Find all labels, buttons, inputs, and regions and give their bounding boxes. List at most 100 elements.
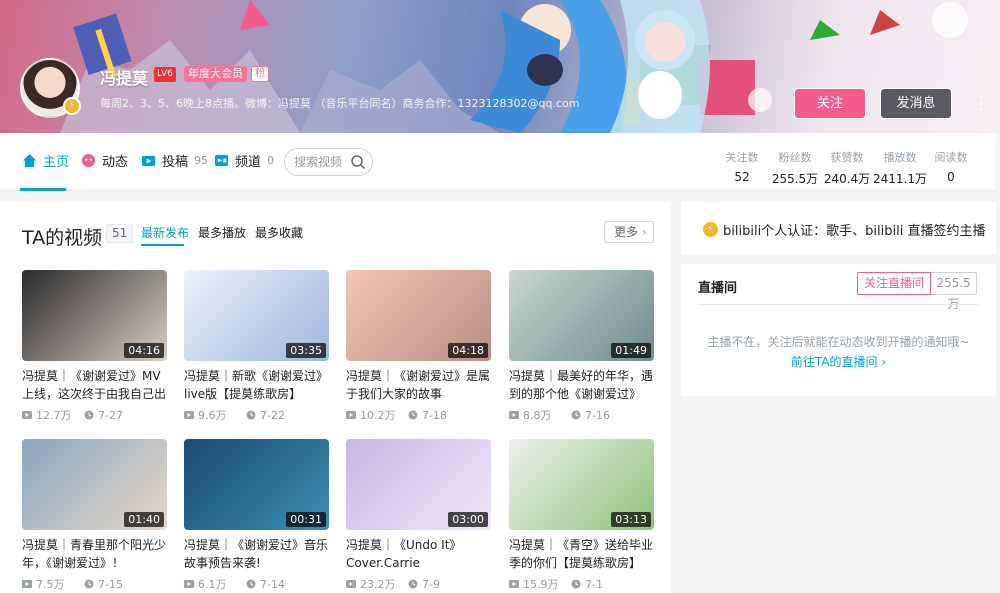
search-input[interactable]: 搜索视频 <box>284 148 373 176</box>
divider <box>698 304 978 305</box>
verify-panel: ⚡ bilibili个人认证：歌手、bilibili 直播签约主播 <box>681 202 996 254</box>
publish-date: 7-14 <box>246 578 308 591</box>
tab-uploads[interactable]: 投稿 95 <box>141 151 208 170</box>
publish-date: 7-18 <box>408 409 470 422</box>
tab-count: 0 <box>267 154 275 167</box>
fan-badge[interactable]: 粉 <box>251 66 269 82</box>
tab-most-favorited[interactable]: 最多收藏 <box>255 224 303 241</box>
clock-icon <box>84 410 94 420</box>
video-title[interactable]: 冯提莫｜青春里那个阳光少年，《谢谢爱过》！ <box>22 536 167 572</box>
video-card[interactable]: 04:18 冯提莫｜《谢谢爱过》是属于我们大家的故事 10.2万 7-18 <box>346 270 491 423</box>
tab-label: 频道 <box>235 155 262 170</box>
tab-label: 投稿 <box>162 155 189 170</box>
clock-icon <box>571 579 581 589</box>
video-thumbnail[interactable]: 00:31 <box>184 439 329 530</box>
go-live-room-link[interactable]: 前往TA的直播间 › <box>681 353 996 370</box>
message-button[interactable]: 发消息 <box>880 88 952 119</box>
dynamic-icon <box>81 153 96 168</box>
video-duration: 01:49 <box>611 343 651 358</box>
video-thumbnail[interactable]: 03:13 <box>509 439 654 530</box>
chevron-right-icon: › <box>881 355 887 369</box>
tab-label: 主页 <box>43 155 70 170</box>
more-videos-button[interactable]: 更多 › <box>604 221 654 243</box>
vip-badge: 年度大会员 <box>184 66 247 82</box>
user-sign: 每周2、3、5、6晚上8点播。微博：冯提莫 （音乐平台同名）商务合作：13231… <box>100 97 580 110</box>
video-count-badge: 51 <box>106 224 134 243</box>
search-icon[interactable] <box>350 154 366 170</box>
tab-most-played[interactable]: 最多播放 <box>198 224 246 241</box>
tab-home[interactable]: 主页 <box>22 151 69 170</box>
video-meta: 9.6万 7-22 <box>184 407 329 423</box>
video-meta: 23.2万 7-9 <box>346 576 491 592</box>
channel-icon <box>214 154 229 167</box>
video-thumbnail[interactable]: 04:16 <box>22 270 167 361</box>
publish-date: 7-1 <box>571 578 633 591</box>
tab-active-indicator <box>20 188 66 191</box>
play-count: 8.8万 <box>509 407 571 423</box>
publish-date: 7-27 <box>84 409 146 422</box>
play-icon <box>184 411 194 419</box>
uploads-icon <box>141 155 156 167</box>
username: 冯提莫 <box>100 69 149 88</box>
clock-icon <box>246 579 256 589</box>
play-count: 10.2万 <box>346 407 408 423</box>
publish-date: 7-9 <box>408 578 470 591</box>
video-card[interactable]: 03:35 冯提莫｜新歌《谢谢爱过》live版【提莫练歌房】 9.6万 7-22 <box>184 270 329 423</box>
clock-icon <box>84 579 94 589</box>
video-title[interactable]: 冯提莫｜《Undo It》Cover.Carrie Underwood <box>346 536 491 572</box>
live-room-panel: 直播间 关注直播间 255.5万 主播不在，关注后就能在动态收到开播的通知哦~ … <box>681 264 996 396</box>
video-thumbnail[interactable]: 01:49 <box>509 270 654 361</box>
video-thumbnail[interactable]: 01:40 <box>22 439 167 530</box>
home-icon <box>22 153 37 168</box>
video-thumbnail[interactable]: 03:35 <box>184 270 329 361</box>
video-title[interactable]: 冯提莫｜《谢谢爱过》MV上线，这次终于由我自己出演 <box>22 367 167 403</box>
video-meta: 12.7万 7-27 <box>22 407 167 423</box>
play-count: 12.7万 <box>22 407 84 423</box>
verify-row: ⚡ bilibili个人认证：歌手、bilibili 直播签约主播 <box>703 220 985 239</box>
video-card[interactable]: 03:00 冯提莫｜《Undo It》Cover.Carrie Underwood… <box>346 439 491 592</box>
video-title[interactable]: 冯提莫｜《谢谢爱过》音乐故事预告来袭! <box>184 536 329 572</box>
video-thumbnail[interactable]: 04:18 <box>346 270 491 361</box>
stat-plays: 播放数 2411.1万 <box>873 151 927 186</box>
stat-following[interactable]: 关注数 52 <box>724 149 760 184</box>
play-icon <box>509 411 519 419</box>
play-icon <box>509 580 519 588</box>
more-options-icon[interactable]: · · · <box>976 90 986 118</box>
stat-fans[interactable]: 粉丝数 255.5万 <box>770 149 820 187</box>
tab-label: 动态 <box>102 155 129 170</box>
clock-icon <box>408 579 418 589</box>
video-duration: 03:35 <box>286 343 326 358</box>
play-count: 9.6万 <box>184 407 246 423</box>
publish-date: 7-16 <box>571 409 633 422</box>
video-title[interactable]: 冯提莫｜最美好的年华，遇到的那个他《谢谢爱过》 <box>509 367 654 403</box>
profile-banner: ⚡ 冯提莫 LV6 年度大会员 粉 每周2、3、5、6晚上8点播。微博：冯提莫 … <box>0 0 1000 133</box>
video-thumbnail[interactable]: 03:00 <box>346 439 491 530</box>
video-meta: 10.2万 7-18 <box>346 407 491 423</box>
play-count: 23.2万 <box>346 576 408 592</box>
tab-latest[interactable]: 最新发布 <box>141 224 189 241</box>
tab-dynamic[interactable]: 动态 <box>81 151 128 170</box>
video-title[interactable]: 冯提莫｜《谢谢爱过》是属于我们大家的故事 <box>346 367 491 403</box>
video-card[interactable]: 01:49 冯提莫｜最美好的年华，遇到的那个他《谢谢爱过》 8.8万 7-16 <box>509 270 654 423</box>
tab-channels[interactable]: 频道 0 <box>214 151 274 170</box>
video-title[interactable]: 冯提莫｜新歌《谢谢爱过》live版【提莫练歌房】 <box>184 367 329 403</box>
video-duration: 04:18 <box>448 343 488 358</box>
video-title[interactable]: 冯提莫｜《青空》送给毕业季的你们【提莫练歌房】 <box>509 536 654 572</box>
video-duration: 03:00 <box>448 512 488 527</box>
video-card[interactable]: 03:13 冯提莫｜《青空》送给毕业季的你们【提莫练歌房】 15.9万 7-1 <box>509 439 654 592</box>
profile-nav: 主页 动态 投稿 95 频道 0 搜索视频 关注数 52 粉丝数 255.5万 … <box>0 133 995 191</box>
play-icon <box>184 580 194 588</box>
play-icon <box>22 411 32 419</box>
video-card[interactable]: 01:40 冯提莫｜青春里那个阳光少年，《谢谢爱过》！ 7.5万 7-15 <box>22 439 167 592</box>
play-count: 15.9万 <box>509 576 571 592</box>
clock-icon <box>408 410 418 420</box>
video-card[interactable]: 00:31 冯提莫｜《谢谢爱过》音乐故事预告来袭! 6.1万 7-14 <box>184 439 329 592</box>
publish-date: 7-15 <box>84 578 146 591</box>
follow-button[interactable]: 关注 <box>794 88 866 119</box>
video-card[interactable]: 04:16 冯提莫｜《谢谢爱过》MV上线，这次终于由我自己出演 12.7万7-27 <box>22 270 167 423</box>
play-count: 6.1万 <box>184 576 246 592</box>
clock-icon <box>246 410 256 420</box>
follow-live-button[interactable]: 关注直播间 <box>857 272 931 295</box>
video-tab-indicator <box>141 244 184 246</box>
section-title: TA的视频 <box>22 227 103 249</box>
